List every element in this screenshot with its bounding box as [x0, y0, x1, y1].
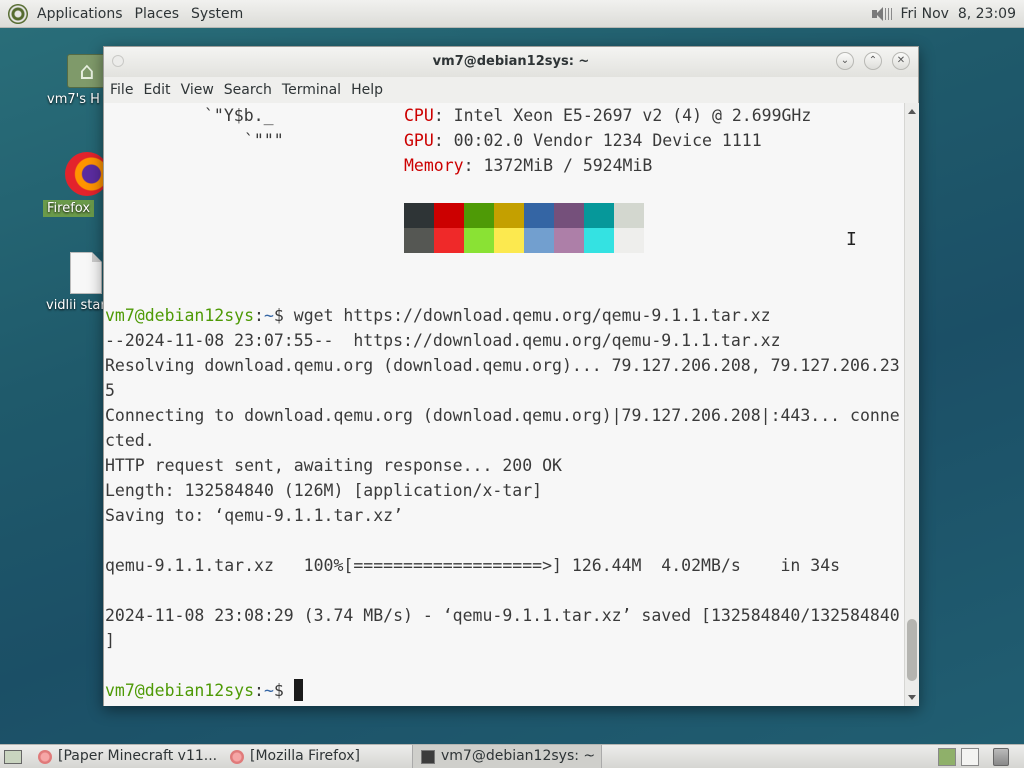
output-line: Resolving download.qemu.org (download.qe… [105, 356, 900, 375]
scrollbar-thumb[interactable] [907, 619, 917, 681]
window-menu-icon[interactable] [112, 55, 124, 67]
palette-swatch [614, 203, 644, 228]
workspace-2[interactable] [961, 748, 979, 766]
palette-swatch [434, 203, 464, 228]
menu-view[interactable]: View [176, 82, 219, 98]
sysinfo-gpu: GPU: 00:02.0 Vendor 1234 Device 1111 [404, 131, 762, 150]
close-button[interactable]: ✕ [892, 52, 910, 70]
output-line: Length: 132584840 (126M) [application/x-… [105, 481, 543, 500]
palette-swatch [494, 228, 524, 253]
output-line: HTTP request sent, awaiting response... … [105, 456, 562, 475]
volume-icon[interactable] [870, 6, 893, 22]
show-desktop-icon[interactable] [4, 750, 22, 764]
terminal-window: vm7@debian12sys: ~ ⌄ ⌃ ✕ File Edit View … [103, 46, 919, 706]
debian-logo-icon[interactable] [8, 3, 28, 24]
desktop-icon-label: Firefox [43, 200, 95, 217]
terminal-menubar: File Edit View Search Terminal Help [104, 77, 918, 103]
output-line: ] [105, 631, 115, 650]
prompt-line: vm7@debian12sys:~$ wget https://download… [105, 306, 771, 325]
menu-search[interactable]: Search [219, 82, 277, 98]
palette-swatch [464, 203, 494, 228]
palette-swatch [434, 228, 464, 253]
terminal-output[interactable]: `"Y$b._ `""" CPU: Intel Xeon E5-2697 v2 … [104, 103, 904, 706]
taskbar-item-terminal[interactable]: vm7@debian12sys: ~ [412, 745, 602, 768]
text-cursor [293, 679, 303, 701]
palette-swatch [464, 228, 494, 253]
scroll-down-icon[interactable] [908, 695, 916, 700]
output-line: cted. [105, 431, 155, 450]
scroll-up-icon[interactable] [908, 109, 916, 114]
palette-swatch [524, 203, 554, 228]
home-folder-icon [67, 54, 107, 88]
text-file-icon [70, 252, 102, 294]
minimize-button[interactable]: ⌄ [836, 52, 854, 70]
menu-help[interactable]: Help [346, 82, 388, 98]
task-label: [Paper Minecraft v11.... [58, 748, 218, 764]
output-line: qemu-9.1.1.tar.xz 100%[=================… [105, 556, 841, 575]
output-line: --2024-11-08 23:07:55-- https://download… [105, 331, 781, 350]
output-line: Connecting to download.qemu.org (downloa… [105, 406, 900, 425]
palette-swatch [554, 228, 584, 253]
task-label: vm7@debian12sys: ~ [441, 748, 596, 764]
palette-swatch [554, 203, 584, 228]
sysinfo-memory: Memory: 1372MiB / 5924MiB [404, 156, 653, 175]
menu-file[interactable]: File [105, 82, 138, 98]
palette-swatch [494, 203, 524, 228]
window-titlebar[interactable]: vm7@debian12sys: ~ ⌄ ⌃ ✕ [104, 47, 918, 77]
maximize-button[interactable]: ⌃ [864, 52, 882, 70]
taskbar-item-minecraft[interactable]: [Paper Minecraft v11.... [30, 745, 218, 768]
browser-icon [230, 750, 244, 764]
palette-swatch [404, 228, 434, 253]
palette-swatch [404, 203, 434, 228]
terminal-icon [421, 750, 435, 764]
color-palette [404, 203, 644, 253]
panel-tray: Fri Nov 8, 23:09 [870, 6, 1024, 22]
taskbar-item-firefox[interactable]: [Mozilla Firefox] [222, 745, 410, 768]
ascii-art-line: `""" [244, 131, 284, 150]
palette-swatch [584, 228, 614, 253]
terminal-scrollbar[interactable] [904, 103, 919, 706]
command-text: wget https://download.qemu.org/qemu-9.1.… [293, 306, 771, 325]
clock[interactable]: Fri Nov 8, 23:09 [900, 6, 1016, 22]
prompt-line: vm7@debian12sys:~$ [105, 678, 303, 703]
bottom-panel: [Paper Minecraft v11.... [Mozilla Firefo… [0, 744, 1024, 768]
window-title: vm7@debian12sys: ~ [432, 54, 590, 69]
palette-swatch [614, 228, 644, 253]
workspace-1[interactable] [938, 748, 956, 766]
menu-applications[interactable]: Applications [31, 0, 129, 28]
trash-icon[interactable] [993, 748, 1009, 766]
main-menu: Applications Places System [0, 0, 249, 28]
menu-terminal[interactable]: Terminal [277, 82, 346, 98]
menu-system[interactable]: System [185, 0, 249, 28]
menu-places[interactable]: Places [129, 0, 186, 28]
output-line: 5 [105, 381, 115, 400]
browser-icon [38, 750, 52, 764]
top-panel: Applications Places System Fri Nov 8, 23… [0, 0, 1024, 28]
mouse-ibeam-icon: I [846, 229, 857, 250]
task-label: [Mozilla Firefox] [250, 748, 360, 764]
ascii-art-line: `"Y$b._ [204, 106, 274, 125]
menu-edit[interactable]: Edit [138, 82, 175, 98]
sysinfo-cpu: CPU: Intel Xeon E5-2697 v2 (4) @ 2.699GH… [404, 106, 812, 125]
palette-swatch [584, 203, 614, 228]
palette-swatch [524, 228, 554, 253]
output-line: Saving to: ‘qemu-9.1.1.tar.xz’ [105, 506, 404, 525]
output-line: 2024-11-08 23:08:29 (3.74 MB/s) - ‘qemu-… [105, 606, 900, 625]
